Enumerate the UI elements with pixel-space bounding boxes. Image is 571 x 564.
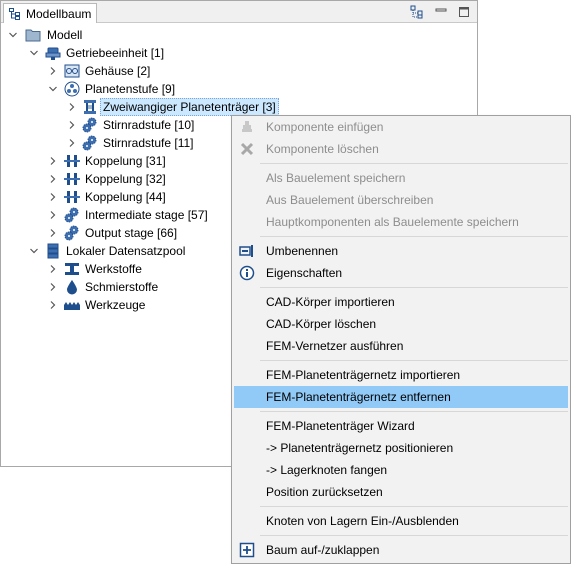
planet-carrier-icon [82,99,98,115]
menu-item-fem-netz-entfernen[interactable]: FEM-Planetenträgernetz entfernen [234,386,568,408]
insert-component-icon [239,119,255,135]
menu-item-hauptkomponenten-speichern[interactable]: Hauptkomponenten als Bauelemente speiche… [234,211,568,233]
collapse-chevron-icon[interactable] [48,84,58,94]
panel-header: Modellbaum [1,1,477,23]
menu-item-cad-import[interactable]: CAD-Körper importieren [234,291,568,313]
gear-stage-icon [82,135,98,151]
menu-item-aus-bauelement-ueberschreiben[interactable]: Aus Bauelement überschreiben [234,189,568,211]
menu-separator [260,287,568,288]
menu-item-fem-netz-importieren[interactable]: FEM-Planetenträgernetz importieren [234,364,568,386]
tool-icon [64,297,80,313]
tree-node-werkzeuge[interactable]: Werkzeuge [83,296,147,314]
menu-item-eigenschaften[interactable]: Eigenschaften [234,262,568,284]
expand-chevron-icon[interactable] [48,282,58,292]
coupling-icon [64,171,80,187]
tree-node-output-stage[interactable]: Output stage [66] [83,224,179,242]
expand-chevron-icon[interactable] [67,102,77,112]
tree-node-werkstoffe[interactable]: Werkstoffe [83,260,144,278]
gearbox-icon [45,45,61,61]
maximize-icon[interactable] [457,5,471,19]
menu-item-komponente-loeschen[interactable]: Komponente löschen [234,138,568,160]
menu-separator [260,360,568,361]
context-menu: Komponente einfügen Komponente löschen A… [231,115,571,564]
menu-separator [260,506,568,507]
expand-chevron-icon[interactable] [67,120,77,130]
tree-view-icon [9,7,20,20]
expand-chevron-icon[interactable] [67,138,77,148]
expand-chevron-icon[interactable] [48,228,58,238]
oil-drop-icon [64,279,80,295]
menu-item-fem-vernetzer[interactable]: FEM-Vernetzer ausführen [234,335,568,357]
tree-node-stirnradstufe-11[interactable]: Stirnradstufe [11] [101,134,196,152]
folder-icon [25,27,41,43]
tree-node-gehaeuse[interactable]: Gehäuse [2] [83,62,152,80]
gear-stage-icon [64,225,80,241]
menu-separator [260,411,568,412]
expand-chevron-icon[interactable] [48,66,58,76]
collapse-chevron-icon[interactable] [29,48,39,58]
info-icon [239,265,255,281]
menu-item-baum-auf-zuklappen[interactable]: Baum auf-/zuklappen [234,539,568,561]
planetary-stage-icon [64,81,80,97]
tree-node-getriebeeinheit[interactable]: Getriebeeinheit [1] [64,44,166,62]
menu-item-netz-positionieren[interactable]: -> Planetenträgernetz positionieren [234,437,568,459]
tree-node-planetenstufe[interactable]: Planetenstufe [9] [83,80,177,98]
material-beam-icon [64,261,80,277]
tree-node-intermediate-stage[interactable]: Intermediate stage [57] [83,206,210,224]
coupling-icon [64,153,80,169]
expand-chevron-icon[interactable] [48,156,58,166]
expand-tree-icon [239,542,255,558]
expand-chevron-icon[interactable] [48,300,58,310]
tree-node-koppelung-32[interactable]: Koppelung [32] [83,170,168,188]
menu-item-knoten-ein-ausblenden[interactable]: Knoten von Lagern Ein-/Ausblenden [234,510,568,532]
menu-item-lagerknoten-fangen[interactable]: -> Lagerknoten fangen [234,459,568,481]
tree-node-schmierstoffe[interactable]: Schmierstoffe [83,278,160,296]
menu-item-als-bauelement-speichern[interactable]: Als Bauelement speichern [234,167,568,189]
housing-icon [64,63,80,79]
delete-x-icon [239,141,255,157]
gear-stage-icon [64,207,80,223]
menu-item-position-zuruecksetzen[interactable]: Position zurücksetzen [234,481,568,503]
menu-separator [260,236,568,237]
expand-chevron-icon[interactable] [48,210,58,220]
tree-node-zweiwangiger-planetentraeger[interactable]: Zweiwangiger Planetenträger [3] [100,98,279,116]
menu-separator [260,163,568,164]
tree-node-lokaler-datensatzpool[interactable]: Lokaler Datensatzpool [64,242,187,260]
expand-chevron-icon[interactable] [48,264,58,274]
panel-title: Modellbaum [26,6,92,21]
menu-separator [260,535,568,536]
menu-item-umbenennen[interactable]: Umbenennen [234,240,568,262]
rename-icon [239,243,255,259]
gear-stage-icon [82,117,98,133]
expand-chevron-icon[interactable] [48,192,58,202]
collapse-chevron-icon[interactable] [8,30,18,40]
tree-node-modell[interactable]: Modell [45,26,84,44]
expand-chevron-icon[interactable] [48,174,58,184]
tree-node-stirnradstufe-10[interactable]: Stirnradstufe [10] [101,116,196,134]
menu-item-komponente-einfuegen[interactable]: Komponente einfügen [234,116,568,138]
tab-modellbaum[interactable]: Modellbaum [3,3,97,23]
coupling-icon [64,189,80,205]
collapse-chevron-icon[interactable] [29,246,39,256]
menu-item-cad-loeschen[interactable]: CAD-Körper löschen [234,313,568,335]
tree-node-koppelung-31[interactable]: Koppelung [31] [83,152,168,170]
menu-item-fem-wizard[interactable]: FEM-Planetenträger Wizard [234,415,568,437]
tree-node-koppelung-44[interactable]: Koppelung [44] [83,188,168,206]
minimize-icon[interactable] [434,5,448,19]
expand-collapse-icon[interactable] [410,5,424,19]
database-icon [45,243,61,259]
